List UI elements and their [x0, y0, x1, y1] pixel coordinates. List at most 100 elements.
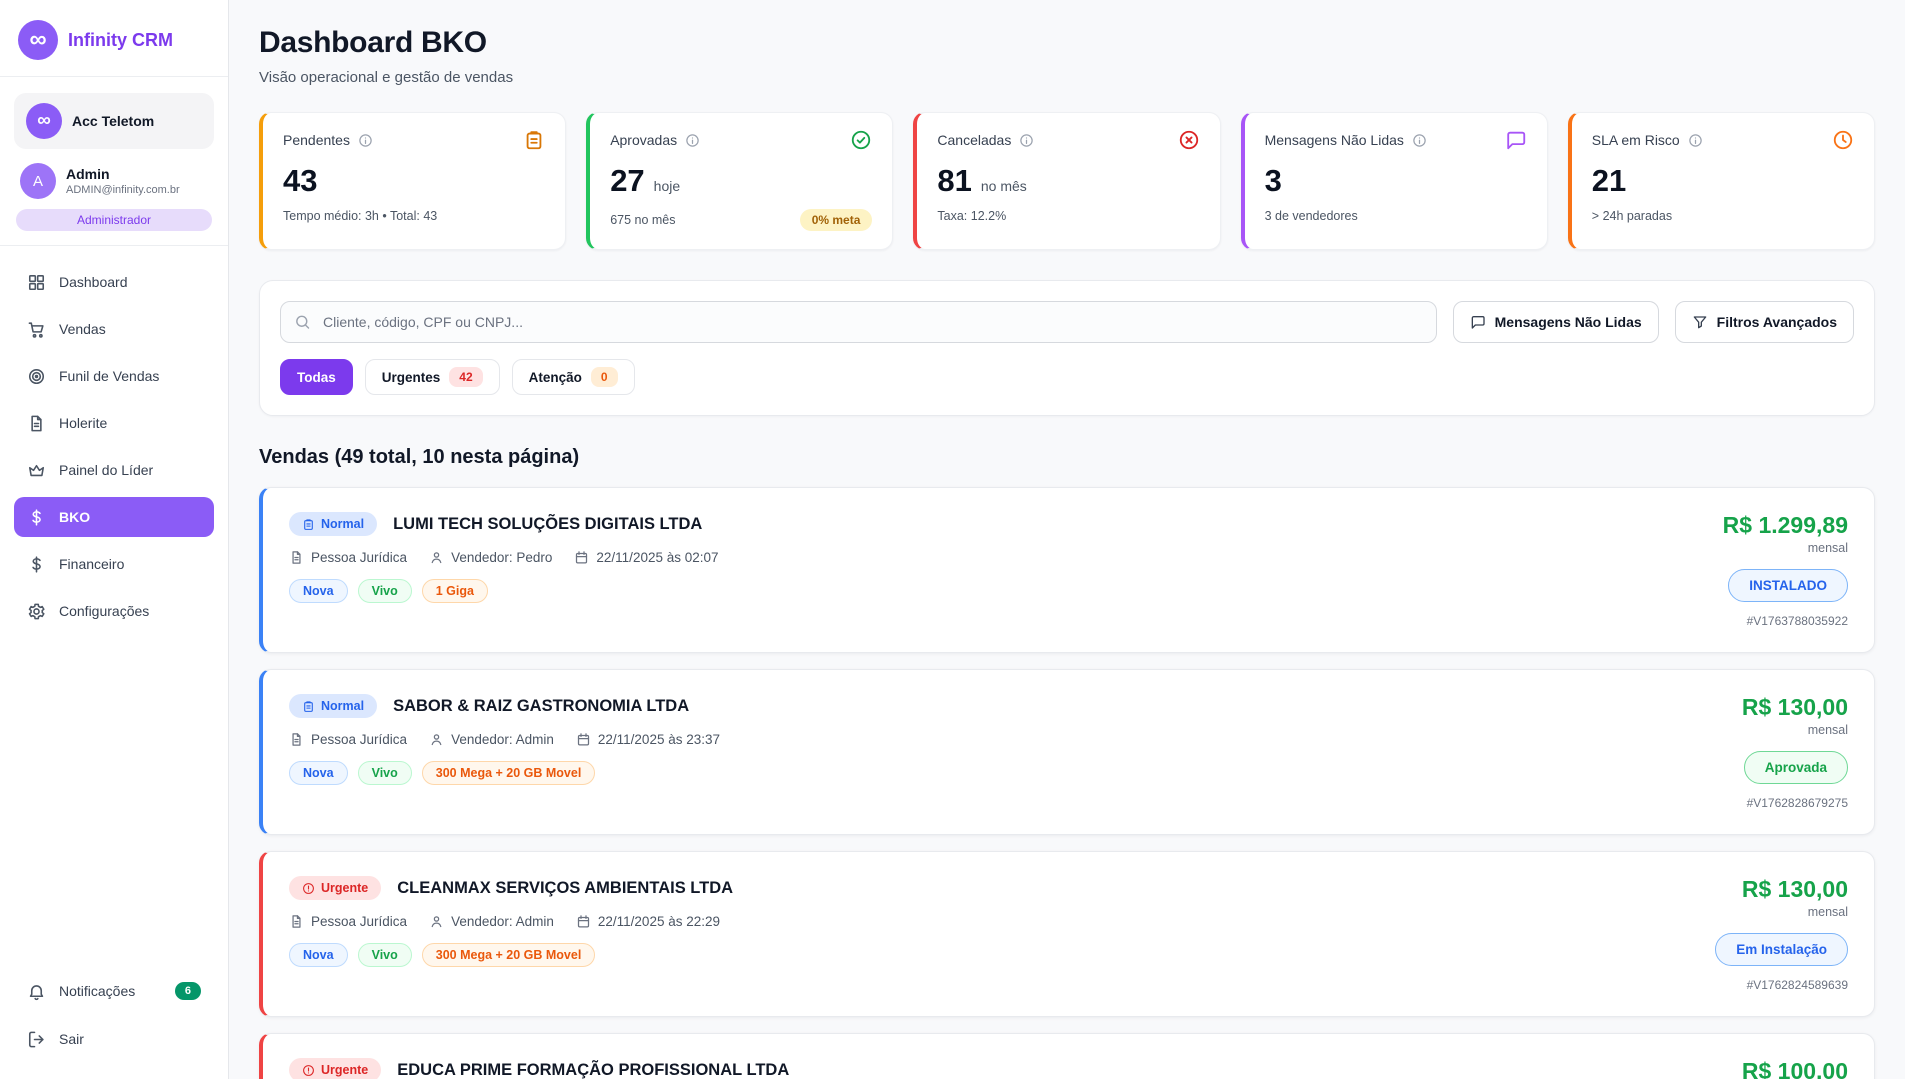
divider: [0, 76, 228, 77]
footer-item-icon: [27, 1030, 46, 1049]
filter-chip-label: Atenção: [529, 370, 582, 385]
unread-messages-button[interactable]: Mensagens Não Lidas: [1453, 301, 1659, 343]
page-title: Dashboard BKO: [259, 26, 1875, 60]
sidebar-menu-item[interactable]: Financeiro: [14, 544, 214, 584]
info-icon[interactable]: [1688, 133, 1703, 148]
priority-badge-label: Normal: [321, 699, 364, 713]
document-icon: [289, 732, 304, 747]
sale-price-period: mensal: [1808, 905, 1848, 919]
user-avatar: A: [20, 163, 56, 199]
info-icon[interactable]: [1019, 133, 1034, 148]
status-badge: Aprovada: [1744, 751, 1848, 784]
person-icon: [429, 914, 444, 929]
stat-footer-text: Tempo médio: 3h • Total: 43: [283, 209, 437, 223]
priority-badge-icon: [302, 1064, 315, 1077]
company-name: CLEANMAX SERVIÇOS AMBIENTAIS LTDA: [397, 879, 733, 898]
vendor: Vendedor: Pedro: [429, 550, 552, 565]
app-window: ∞ Infinity CRM ∞ Acc Teletom A Admin ADM…: [0, 0, 1905, 1079]
sidebar-footer-item[interactable]: Notificações 6: [14, 971, 214, 1011]
stat-value: 43: [283, 163, 317, 199]
sale-tag: 300 Mega + 20 GB Movel: [422, 761, 596, 785]
sale-card[interactable]: Urgente EDUCA PRIME FORMAÇÃO PROFISSIONA…: [259, 1033, 1875, 1079]
info-icon[interactable]: [358, 133, 373, 148]
account-selector[interactable]: ∞ Acc Teletom: [14, 93, 214, 149]
info-icon[interactable]: [1412, 133, 1427, 148]
account-name: Acc Teletom: [72, 113, 154, 129]
priority-badge: Normal: [289, 694, 377, 718]
menu-item-icon: [27, 367, 46, 386]
sales-list: Normal LUMI TECH SOLUÇÕES DIGITAIS LTDA …: [259, 487, 1875, 1079]
sidebar: ∞ Infinity CRM ∞ Acc Teletom A Admin ADM…: [0, 0, 229, 1079]
filter-chip[interactable]: Urgentes 42: [365, 359, 500, 395]
menu-item-label: Configurações: [59, 603, 149, 619]
filter-chip-label: Urgentes: [382, 370, 441, 385]
brand: ∞ Infinity CRM: [14, 14, 214, 76]
sidebar-footer-item[interactable]: Sair: [14, 1019, 214, 1059]
filter-chip[interactable]: Todas: [280, 359, 353, 395]
sidebar-menu-item[interactable]: Holerite: [14, 403, 214, 443]
filter-chip[interactable]: Atenção 0: [512, 359, 635, 395]
stat-card: Aprovadas 27 hoje 675 no mês 0% meta: [586, 112, 893, 250]
search-input[interactable]: [280, 301, 1437, 343]
sale-tags: Nova Vivo 300 Mega + 20 GB Movel: [289, 761, 720, 785]
filter-chip-count: 0: [591, 367, 618, 387]
sidebar-menu-item[interactable]: Vendas: [14, 309, 214, 349]
stat-footer-text: 3 de vendedores: [1265, 209, 1358, 223]
filter-chip-label: Todas: [297, 370, 336, 385]
sale-card[interactable]: Normal SABOR & RAIZ GASTRONOMIA LTDA Pes…: [259, 669, 1875, 835]
user-name: Admin: [66, 166, 180, 182]
advanced-filters-button-label: Filtros Avançados: [1717, 314, 1837, 330]
menu-item-icon: [27, 555, 46, 574]
stat-footer-text: > 24h paradas: [1592, 209, 1672, 223]
menu-item-label: Dashboard: [59, 274, 128, 290]
sidebar-menu: Dashboard Vendas Funil de Vendas Holerit…: [14, 262, 214, 631]
stats-row: Pendentes 43 Tempo médio: 3h • Total: 43: [259, 112, 1875, 250]
company-name: SABOR & RAIZ GASTRONOMIA LTDA: [393, 697, 689, 716]
info-icon[interactable]: [685, 133, 700, 148]
sale-card[interactable]: Normal LUMI TECH SOLUÇÕES DIGITAIS LTDA …: [259, 487, 1875, 653]
sale-datetime: 22/11/2025 às 22:29: [576, 914, 720, 929]
menu-item-icon: [27, 273, 46, 292]
priority-badge-icon: [302, 700, 315, 713]
sale-id: #V1762824589639: [1747, 978, 1848, 992]
stat-value-suffix: no mês: [981, 178, 1027, 194]
sale-datetime: 22/11/2025 às 02:07: [574, 550, 718, 565]
sidebar-menu-item[interactable]: Dashboard: [14, 262, 214, 302]
sidebar-menu-item[interactable]: Painel do Líder: [14, 450, 214, 490]
priority-badge-label: Normal: [321, 517, 364, 531]
sidebar-menu-item[interactable]: Configurações: [14, 591, 214, 631]
divider: [0, 245, 228, 246]
menu-item-label: Funil de Vendas: [59, 368, 159, 384]
sale-tag: Nova: [289, 943, 348, 967]
footer-item-label: Sair: [59, 1031, 84, 1047]
sale-card[interactable]: Urgente CLEANMAX SERVIÇOS AMBIENTAIS LTD…: [259, 851, 1875, 1017]
sidebar-footer: Notificações 6 Sair: [14, 971, 214, 1059]
funnel-icon: [1692, 314, 1708, 330]
menu-item-label: BKO: [59, 509, 90, 525]
stat-card: Canceladas 81 no mês Taxa: 12.2%: [913, 112, 1220, 250]
sale-price: R$ 130,00: [1742, 694, 1848, 721]
priority-badge-label: Urgente: [321, 881, 368, 895]
footer-item-label: Notificações: [59, 983, 135, 999]
user-block: A Admin ADMIN@infinity.com.br: [14, 163, 214, 199]
stat-meta-badge: 0% meta: [800, 209, 873, 231]
advanced-filters-button[interactable]: Filtros Avançados: [1675, 301, 1854, 343]
status-badge: Em Instalação: [1715, 933, 1848, 966]
priority-badge-icon: [302, 882, 315, 895]
sidebar-menu-item[interactable]: Funil de Vendas: [14, 356, 214, 396]
stat-value-suffix: hoje: [654, 178, 680, 194]
stat-value: 27: [610, 163, 644, 199]
stat-value: 81: [937, 163, 971, 199]
vendor: Vendedor: Admin: [429, 732, 554, 747]
sale-tags: Nova Vivo 1 Giga: [289, 579, 719, 603]
person-type: Pessoa Jurídica: [289, 914, 407, 929]
company-name: EDUCA PRIME FORMAÇÃO PROFISSIONAL LTDA: [397, 1061, 789, 1079]
priority-badge-label: Urgente: [321, 1063, 368, 1077]
search-field-wrap: [280, 301, 1437, 343]
stat-label: Mensagens Não Lidas: [1265, 132, 1404, 148]
sidebar-menu-item[interactable]: BKO: [14, 497, 214, 537]
sale-price: R$ 130,00: [1742, 876, 1848, 903]
calendar-icon: [576, 732, 591, 747]
document-icon: [289, 914, 304, 929]
sale-price: R$ 100,00: [1742, 1058, 1848, 1079]
